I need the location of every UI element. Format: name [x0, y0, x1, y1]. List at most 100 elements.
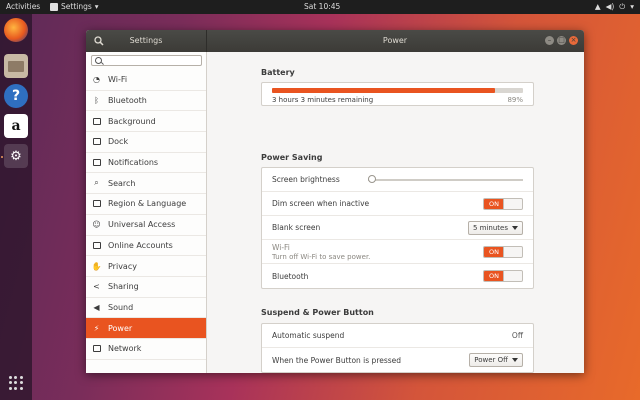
automatic-suspend-row[interactable]: Automatic suspend Off — [262, 324, 533, 348]
sidebar-item-bluetooth[interactable]: ᛒ Bluetooth — [86, 91, 206, 112]
sidebar-item-dock[interactable]: Dock — [86, 132, 206, 153]
sidebar-item-universal-access[interactable]: ☺ Universal Access — [86, 215, 206, 236]
toggle-on-label: ON — [484, 247, 504, 257]
universal-access-icon: ☺ — [92, 220, 101, 230]
sidebar-item-region-language[interactable]: Region & Language — [86, 194, 206, 215]
sidebar-item-online-accounts[interactable]: Online Accounts — [86, 236, 206, 257]
sidebar-item-label: Dock — [108, 137, 129, 147]
search-icon: ⌕ — [94, 178, 99, 188]
sidebar-item-power[interactable]: ⚡ Power — [86, 318, 206, 339]
bluetooth-label: Bluetooth — [272, 271, 309, 281]
sidebar-item-label: Network — [108, 344, 142, 354]
sidebar-item-label: Universal Access — [108, 220, 176, 230]
dock-icon — [92, 137, 101, 146]
sidebar-item-label: Privacy — [108, 261, 137, 271]
minimize-button[interactable]: – — [545, 36, 554, 45]
sidebar-title: Settings — [129, 36, 163, 45]
sharing-icon: < — [93, 282, 100, 292]
volume-icon: ◀) — [605, 2, 615, 11]
page-title: Power — [382, 36, 408, 45]
online-accounts-icon — [92, 241, 101, 250]
sidebar-item-label: Bluetooth — [108, 96, 147, 106]
amazon-icon[interactable]: a — [4, 114, 28, 138]
suspend-heading: Suspend & Power Button — [261, 308, 374, 317]
sidebar: ◔ Wi-Fi ᛒ Bluetooth Background Dock Notificati… — [86, 52, 207, 373]
sidebar-search-input[interactable] — [91, 55, 202, 66]
screen-brightness-slider[interactable] — [368, 175, 523, 183]
slider-handle[interactable] — [368, 175, 376, 183]
help-icon[interactable]: ? — [4, 84, 28, 108]
settings-app-icon — [50, 2, 58, 11]
settings-window: Settings Power – □ × ◔ Wi-Fi ᛒ Bluetooth Bac… — [86, 30, 584, 373]
blank-screen-label: Blank screen — [272, 223, 321, 232]
chevron-down-icon: ▾ — [630, 2, 634, 11]
power-panel: Battery 3 hours 3 minutes remaining 89% … — [207, 52, 584, 373]
blank-screen-row: Blank screen 5 minutes — [262, 216, 533, 240]
sidebar-item-wi-fi[interactable]: ◔ Wi-Fi — [86, 70, 206, 91]
toggle-knob — [503, 271, 522, 281]
close-button[interactable]: × — [569, 36, 578, 45]
suspend-panel: Automatic suspend Off When the Power But… — [261, 323, 534, 373]
automatic-suspend-value: Off — [511, 331, 523, 340]
power-saving-heading: Power Saving — [261, 153, 323, 162]
privacy-icon: ✋ — [91, 261, 102, 271]
toggle-on-label: ON — [484, 199, 504, 209]
system-tray[interactable]: ▲ ◀) ⏻ ▾ — [595, 2, 634, 12]
battery-level-fill — [272, 88, 496, 93]
dock: ? a ⚙ — [0, 14, 32, 400]
network-icon: ▲ — [594, 2, 601, 11]
sound-icon: ◀ — [93, 302, 100, 312]
chevron-down-icon: ▾ — [94, 2, 99, 11]
battery-remaining: 3 hours 3 minutes remaining — [272, 96, 374, 104]
dim-screen-label: Dim screen when inactive — [272, 199, 370, 208]
toggle-knob — [503, 199, 522, 209]
blank-screen-dropdown[interactable]: 5 minutes — [467, 221, 523, 235]
power-button-value: Power Off — [474, 356, 508, 364]
power-button-label: When the Power Button is pressed — [272, 355, 402, 365]
sidebar-item-label: Notifications — [108, 158, 159, 168]
chevron-down-icon — [512, 226, 518, 230]
power-saving-panel: Screen brightness Dim screen when inacti… — [261, 167, 534, 289]
bluetooth-toggle[interactable]: ON — [483, 270, 523, 282]
sidebar-item-label: Online Accounts — [108, 240, 173, 250]
sidebar-item-label: Region & Language — [108, 199, 187, 209]
clock[interactable]: Sat 10:45 — [304, 2, 340, 11]
activities-button[interactable]: Activities — [6, 2, 40, 11]
search-icon — [95, 57, 102, 64]
chevron-down-icon — [512, 358, 518, 362]
screen-brightness-row: Screen brightness — [262, 168, 533, 192]
sidebar-item-label: Search — [108, 178, 136, 188]
sidebar-item-search[interactable]: ⌕ Search — [86, 173, 206, 195]
show-applications-icon[interactable] — [9, 376, 23, 390]
files-icon[interactable] — [4, 54, 28, 78]
window-controls: – □ × — [545, 36, 578, 45]
title-bar: Settings Power – □ × — [86, 30, 584, 52]
running-indicator — [1, 156, 3, 158]
wifi-sublabel: Turn off Wi-Fi to save power. — [272, 252, 371, 261]
sidebar-item-label: Power — [108, 323, 133, 333]
power-button-dropdown[interactable]: Power Off — [469, 353, 523, 367]
dim-screen-toggle[interactable]: ON — [483, 198, 523, 210]
firefox-icon[interactable] — [4, 18, 28, 42]
sidebar-item-sharing[interactable]: < Sharing — [86, 277, 206, 298]
wifi-toggle[interactable]: ON — [483, 246, 523, 258]
power-icon: ⏻ — [619, 2, 626, 11]
settings-icon[interactable]: ⚙ — [4, 144, 28, 168]
battery-level-bar — [272, 88, 523, 93]
sidebar-item-background[interactable]: Background — [86, 111, 206, 133]
sidebar-item-sound[interactable]: ◀ Sound — [86, 298, 206, 319]
battery-heading: Battery — [261, 68, 295, 77]
sidebar-item-label: Wi-Fi — [108, 75, 128, 85]
battery-percent: 89% — [507, 96, 523, 104]
top-bar: Activities Settings ▾ Sat 10:45 ▲ ◀) ⏻ ▾ — [0, 0, 640, 14]
sidebar-item-label: Background — [108, 116, 156, 126]
power-icon: ⚡ — [93, 323, 100, 333]
sidebar-item-notifications[interactable]: Notifications — [86, 153, 206, 174]
bluetooth-icon: ᛒ — [94, 96, 99, 106]
automatic-suspend-label: Automatic suspend — [272, 331, 345, 340]
sidebar-item-network[interactable]: Network — [86, 339, 206, 360]
app-menu[interactable]: Settings ▾ — [50, 2, 99, 11]
screen-brightness-label: Screen brightness — [272, 175, 340, 184]
maximize-button[interactable]: □ — [557, 36, 566, 45]
sidebar-item-privacy[interactable]: ✋ Privacy — [86, 256, 206, 277]
